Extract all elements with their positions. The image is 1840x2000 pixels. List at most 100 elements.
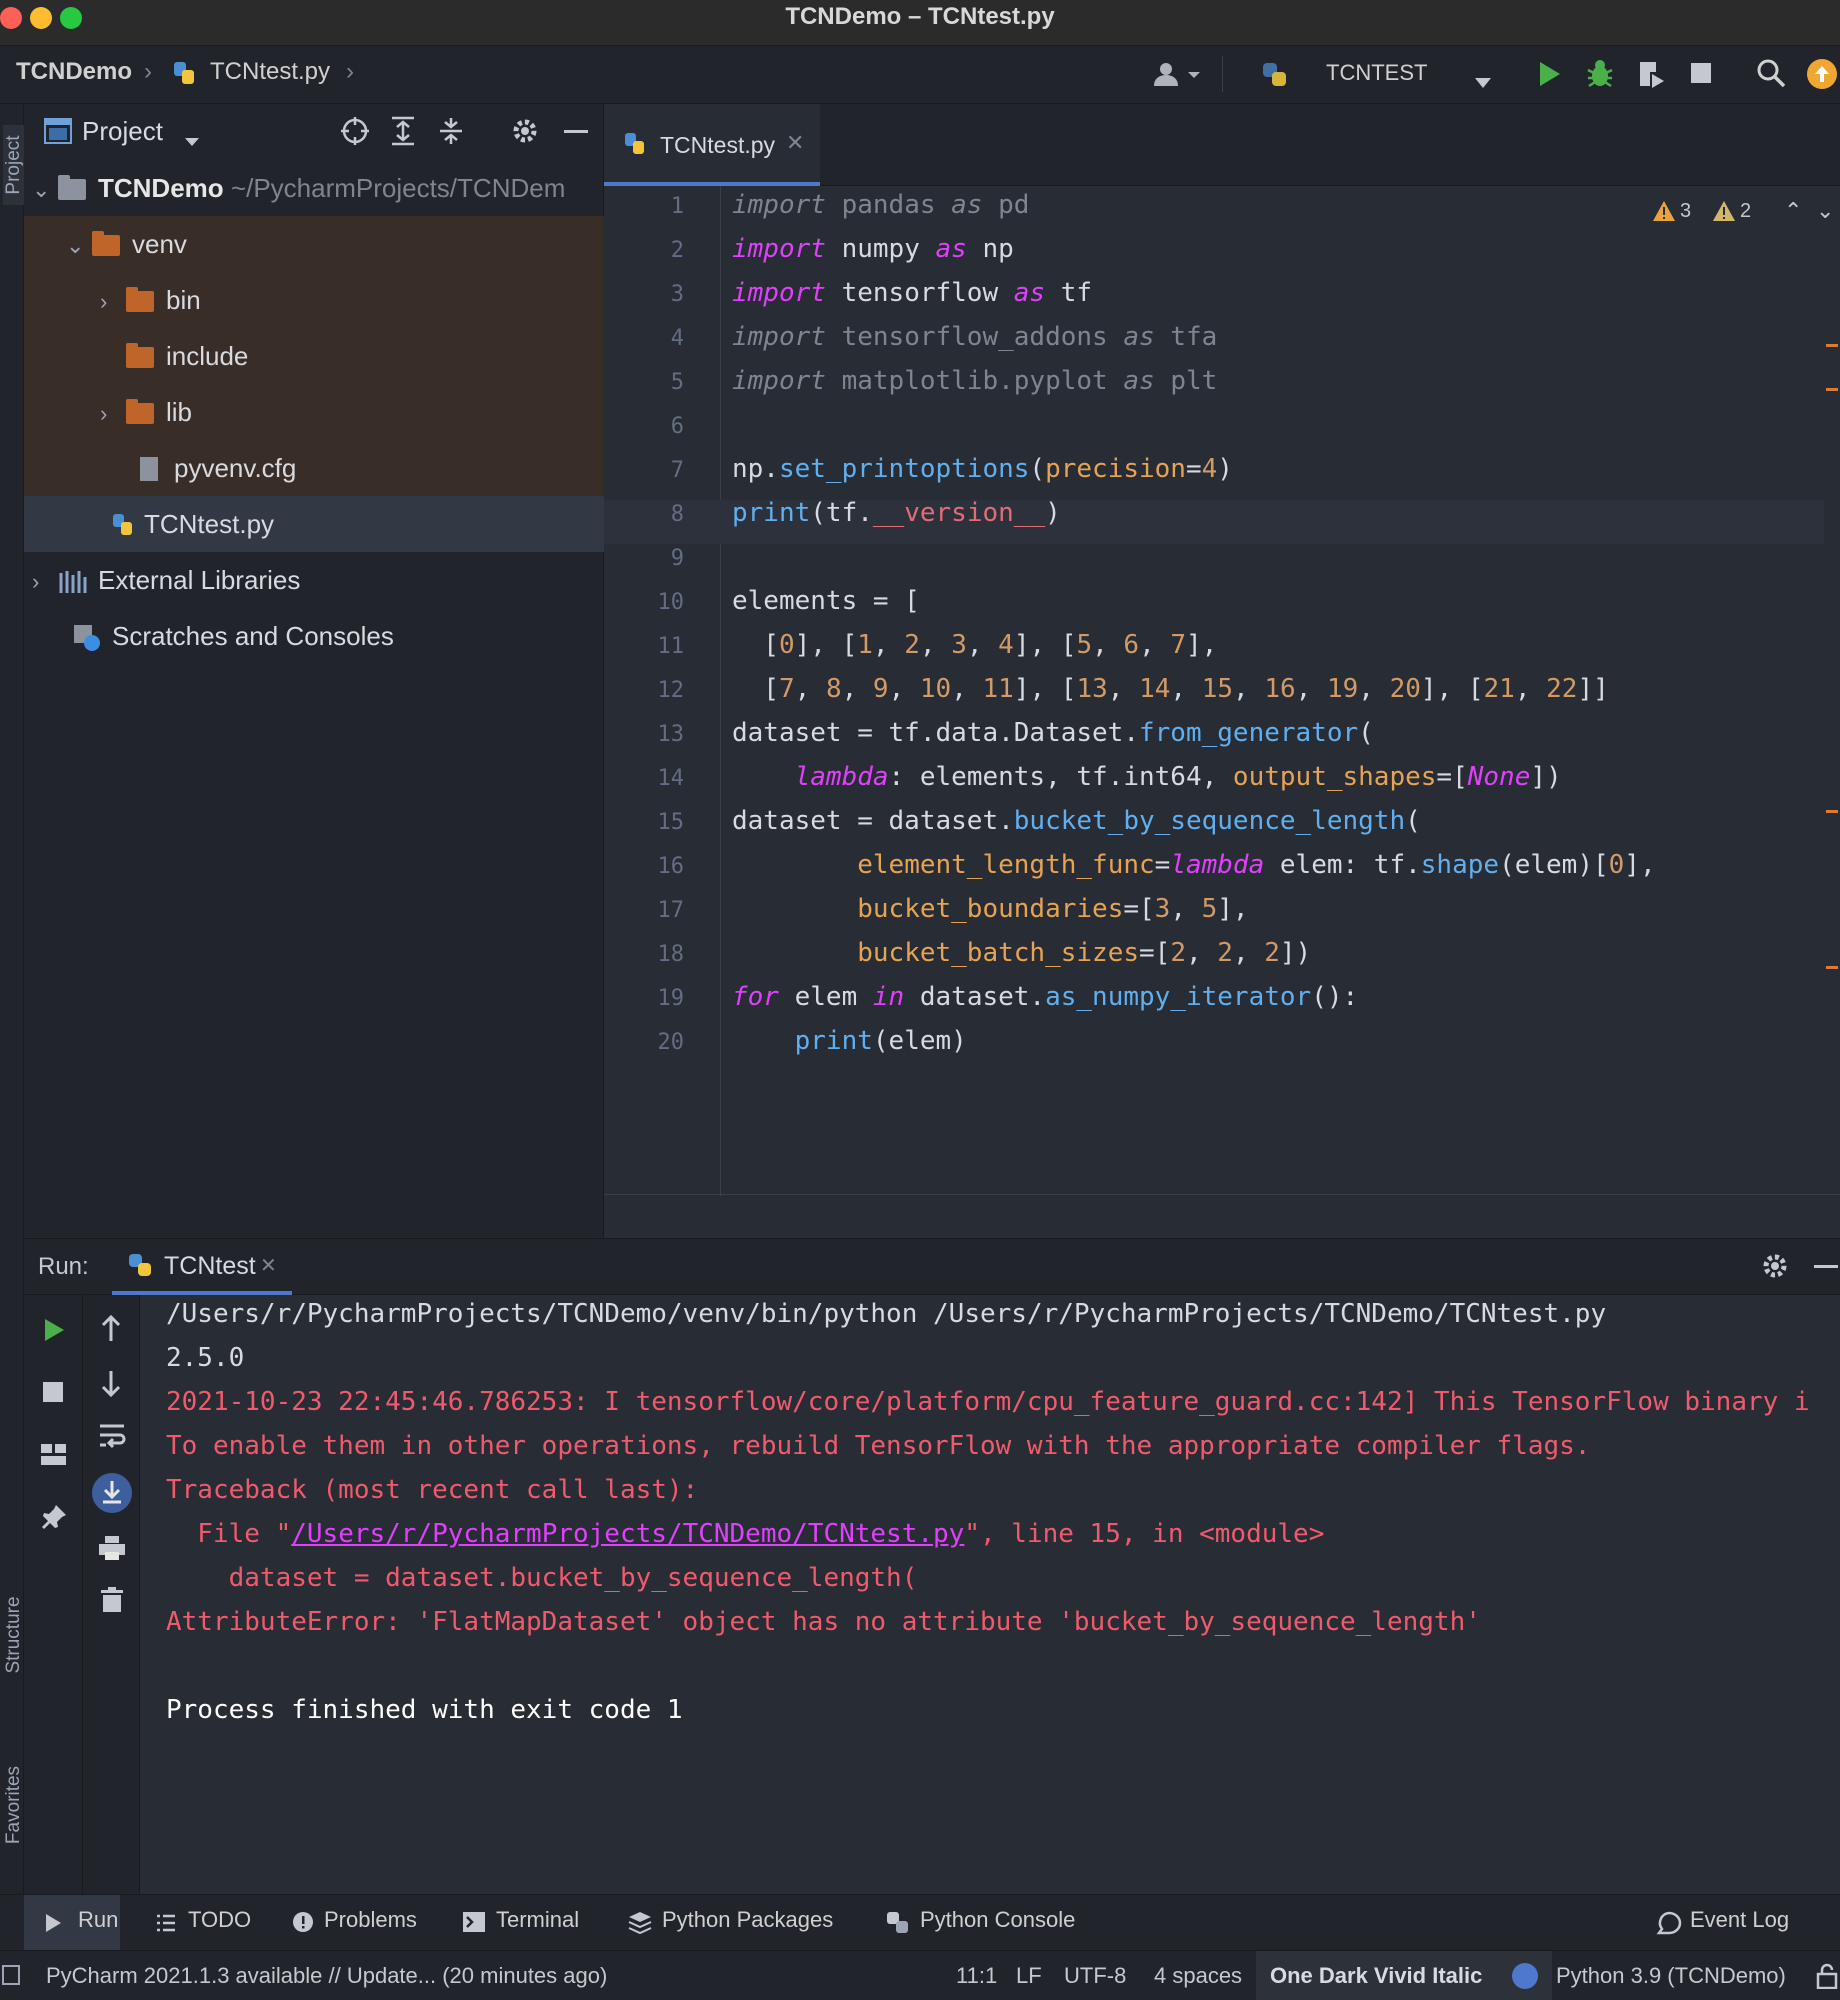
code-line[interactable]: [0], [1, 2, 3, 4], [5, 6, 7], <box>732 630 1217 660</box>
collapse-all-icon[interactable] <box>438 116 464 153</box>
print-icon[interactable] <box>98 1535 126 1561</box>
python-interpreter[interactable]: Python 3.9 (TCNDemo) <box>1556 1963 1786 1989</box>
error-stripe-marker[interactable] <box>1826 388 1838 391</box>
code-line[interactable]: import tensorflow_addons as tfa <box>732 322 1217 352</box>
gear-icon[interactable] <box>510 116 540 153</box>
weak-warning-icon[interactable] <box>1712 200 1736 229</box>
caret-position[interactable]: 11:1 <box>956 1963 997 1989</box>
code-line[interactable]: lambda: elements, tf.int64, output_shape… <box>732 762 1562 792</box>
tree-item-lib[interactable]: › lib <box>24 384 604 440</box>
trash-icon[interactable] <box>100 1587 124 1613</box>
tree-item-scratches[interactable]: Scratches and Consoles <box>24 608 604 664</box>
lock-icon[interactable] <box>1816 1963 1838 1989</box>
tab-label: TCNtest.py <box>660 132 776 158</box>
project-tool-window-button[interactable]: Project <box>3 125 25 205</box>
warning-icon[interactable] <box>1652 200 1676 229</box>
expand-all-icon[interactable] <box>390 116 416 153</box>
indent-setting[interactable]: 4 spaces <box>1154 1963 1242 1989</box>
python-console-tool-button[interactable]: Python Console <box>920 1907 1075 1933</box>
tree-item-tcntest-py[interactable]: TCNtest.py <box>24 496 604 552</box>
close-tab-icon[interactable]: ✕ <box>260 1253 277 1278</box>
project-view-selector[interactable]: Project <box>82 116 163 147</box>
code-line[interactable]: bucket_batch_sizes=[2, 2, 2]) <box>732 938 1311 968</box>
stop-icon[interactable] <box>1690 62 1712 91</box>
error-stripe-marker[interactable] <box>1826 966 1838 969</box>
console-line: To enable them in other operations, rebu… <box>166 1431 1591 1461</box>
console-line: Process finished with exit code 1 <box>166 1695 683 1725</box>
breadcrumb-file[interactable]: TCNtest.py <box>210 58 330 86</box>
stop-icon[interactable] <box>42 1381 64 1403</box>
previous-highlight-icon[interactable]: ⌃ <box>1784 198 1802 224</box>
code-line[interactable]: import pandas as pd <box>732 190 1029 220</box>
debug-icon[interactable] <box>1586 58 1614 97</box>
breadcrumb-project[interactable]: TCNDemo <box>16 58 132 86</box>
account-icon[interactable] <box>1152 60 1206 95</box>
code-line[interactable]: [7, 8, 9, 10, 11], [13, 14, 15, 16, 19, … <box>732 674 1608 704</box>
minimize-panel-icon[interactable] <box>1814 1265 1838 1268</box>
editor-tab-tcntest[interactable]: TCNtest.py ✕ <box>604 104 820 186</box>
update-notification[interactable]: PyCharm 2021.1.3 available // Update... … <box>46 1963 607 1989</box>
arrow-up-icon[interactable] <box>100 1315 122 1343</box>
python-packages-tool-button[interactable]: Python Packages <box>662 1907 833 1933</box>
line-number: 8 <box>670 502 684 527</box>
run-icon[interactable] <box>1536 60 1562 95</box>
favorites-tool-window-button[interactable]: Favorites <box>3 1765 25 1845</box>
tree-item-bin[interactable]: › bin <box>24 272 604 328</box>
run-config-selector[interactable]: TCNTEST <box>1326 60 1427 86</box>
todo-tool-button[interactable]: TODO <box>188 1907 251 1933</box>
tree-item-root[interactable]: ⌄ TCNDemo ~/PycharmProjects/TCNDem <box>24 160 604 216</box>
file-link[interactable]: /Users/r/PycharmProjects/TCNDemo/TCNtest… <box>291 1519 964 1549</box>
tree-item-external-libraries[interactable]: › External Libraries <box>24 552 604 608</box>
toolbar-divider <box>82 1295 83 1895</box>
locate-file-icon[interactable] <box>340 116 370 153</box>
code-editor[interactable]: TCNtest.py ✕ 3 2 ⌃ ⌄ 1 2 3 4 5 6 7 8 9 1… <box>604 104 1840 1238</box>
gear-icon[interactable] <box>1760 1251 1790 1288</box>
code-line[interactable]: print(tf.__version__) <box>732 498 1061 528</box>
search-icon[interactable] <box>1756 58 1786 95</box>
updates-icon[interactable] <box>1806 58 1838 97</box>
line-separator[interactable]: LF <box>1016 1963 1042 1989</box>
tree-item-venv[interactable]: ⌄ venv <box>24 216 604 272</box>
code-line[interactable]: bucket_boundaries=[3, 5], <box>732 894 1248 924</box>
code-line[interactable]: for elem in dataset.as_numpy_iterator(): <box>732 982 1358 1012</box>
theme-widget[interactable]: One Dark Vivid Italic <box>1256 1951 1552 2000</box>
run-tab-tcntest[interactable]: TCNtest ✕ <box>112 1239 292 1295</box>
run-tool-button[interactable]: Run <box>24 1895 120 1951</box>
tree-item-include[interactable]: include <box>24 328 604 384</box>
arrow-down-icon[interactable] <box>100 1369 122 1397</box>
code-line[interactable]: dataset = dataset.bucket_by_sequence_len… <box>732 806 1421 836</box>
code-line[interactable]: elements = [ <box>732 586 920 616</box>
structure-tool-window-button[interactable]: Structure <box>3 1595 25 1675</box>
scroll-to-end-toggle[interactable] <box>92 1473 132 1513</box>
code-line[interactable]: dataset = tf.data.Dataset.from_generator… <box>732 718 1374 748</box>
chevron-down-icon[interactable] <box>184 126 200 154</box>
code-line[interactable]: import numpy as np <box>732 234 1014 264</box>
pin-icon[interactable] <box>40 1503 68 1531</box>
soft-wrap-icon[interactable] <box>98 1423 126 1449</box>
code-line[interactable]: import tensorflow as tf <box>732 278 1092 308</box>
error-stripe-marker[interactable] <box>1826 810 1838 813</box>
tree-item-pyvenv-cfg[interactable]: pyvenv.cfg <box>24 440 604 496</box>
error-stripe-marker[interactable] <box>1826 344 1838 347</box>
code-line[interactable]: import matplotlib.pyplot as plt <box>732 366 1217 396</box>
code-line[interactable]: print(elem) <box>732 1026 967 1056</box>
event-log-tool-button[interactable]: Event Log <box>1690 1907 1789 1933</box>
code-line[interactable]: np.set_printoptions(precision=4) <box>732 454 1233 484</box>
left-tool-stripe: Project Structure Favorites <box>0 104 25 1894</box>
tool-windows-icon[interactable] <box>2 1965 20 1985</box>
console-line: Traceback (most recent call last): <box>166 1475 699 1505</box>
next-highlight-icon[interactable]: ⌄ <box>1816 198 1834 224</box>
problems-tool-button[interactable]: Problems <box>324 1907 417 1933</box>
line-number: 12 <box>657 678 685 703</box>
chevron-down-icon[interactable] <box>1474 68 1492 96</box>
close-tab-icon[interactable]: ✕ <box>786 130 804 156</box>
tree-item-label: venv <box>132 229 187 259</box>
minimize-panel-icon[interactable] <box>564 130 588 133</box>
rerun-icon[interactable] <box>42 1317 66 1343</box>
file-encoding[interactable]: UTF-8 <box>1064 1963 1126 1989</box>
terminal-tool-button[interactable]: Terminal <box>496 1907 579 1933</box>
coverage-icon[interactable] <box>1636 58 1668 97</box>
code-line[interactable]: element_length_func=lambda elem: tf.shap… <box>732 850 1655 880</box>
layout-icon[interactable] <box>40 1443 68 1467</box>
line-number: 5 <box>670 370 684 395</box>
